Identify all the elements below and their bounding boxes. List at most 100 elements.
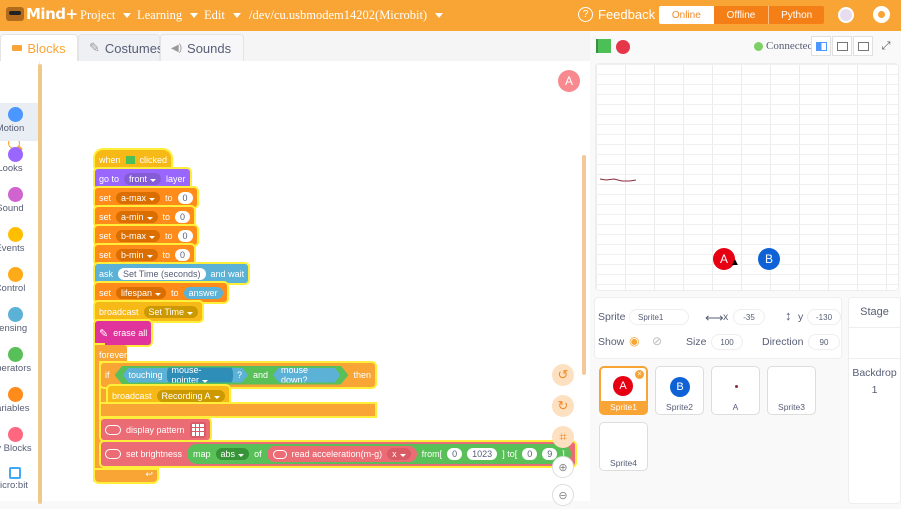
stage-selector-panel[interactable]: Stage Backdrop 1 — [848, 297, 901, 504]
display-pattern-block[interactable]: display pattern — [101, 419, 210, 440]
zoom-in-button[interactable]: ⊕ — [552, 456, 574, 478]
menu-project[interactable]: Project — [80, 8, 132, 23]
menu-edit[interactable]: Edit — [204, 8, 241, 23]
cleanup-button[interactable]: ⌗ — [552, 426, 574, 448]
erase-all-block[interactable]: ✎ erase all — [95, 321, 152, 345]
direction-input[interactable]: 90 — [808, 334, 840, 350]
broadcast-block[interactable]: broadcast Recording A — [108, 386, 229, 405]
tab-blocks[interactable]: Blocks — [0, 34, 78, 61]
y-label: y — [798, 311, 804, 323]
to-min-input[interactable]: 0 — [522, 448, 538, 460]
category-control[interactable]: Control — [0, 263, 40, 301]
answer-reporter[interactable]: answer — [183, 286, 223, 299]
category-looks[interactable]: Looks — [0, 143, 40, 181]
variable-dropdown[interactable]: a-max — [116, 191, 161, 204]
set-variable-block[interactable]: set b-min to 0 — [95, 245, 195, 264]
value-input[interactable]: 0 — [175, 210, 191, 223]
redo-button[interactable]: ↻ — [552, 395, 574, 417]
category-events[interactable]: Events — [0, 223, 40, 261]
green-flag-button[interactable] — [596, 39, 611, 53]
sprite-tile-sprite2[interactable]: B Sprite2 — [655, 366, 704, 415]
variable-dropdown[interactable]: lifespan — [116, 286, 167, 299]
value-input[interactable]: 0 — [177, 229, 193, 242]
variable-dropdown[interactable]: b-max — [116, 229, 161, 242]
from-min-input[interactable]: 0 — [447, 448, 463, 460]
stage-canvas[interactable]: A B ▲ — [595, 63, 899, 291]
script-workspace[interactable] — [0, 61, 590, 501]
mode-offline[interactable]: Offline — [714, 6, 769, 24]
variable-dropdown[interactable]: b-min — [116, 248, 158, 261]
broadcast-block[interactable]: broadcast Set Time — [95, 302, 203, 321]
chevron-down-icon — [146, 216, 153, 220]
forever-block[interactable]: forever — [95, 345, 127, 364]
tab-sounds[interactable]: ◀) Sounds — [160, 34, 244, 61]
workspace-scrollbar[interactable] — [582, 155, 586, 375]
layer-dropdown[interactable]: front — [124, 172, 162, 185]
read-acceleration-reporter[interactable]: read acceleration(m-g) x — [266, 446, 417, 462]
zoom-out-button[interactable]: ⊖ — [552, 484, 574, 506]
mode-python[interactable]: Python — [768, 6, 824, 24]
category-variables[interactable]: Variables — [0, 383, 40, 421]
sprite-tile-sprite3[interactable]: Sprite3 — [767, 366, 816, 415]
led-grid-icon[interactable] — [189, 421, 206, 438]
category-sound[interactable]: Sound — [0, 183, 40, 221]
touching-sensor[interactable]: touching mouse-pointer ? — [123, 368, 248, 383]
mindplus-logo[interactable]: Mind+ — [6, 5, 78, 23]
size-input[interactable]: 100 — [711, 334, 743, 350]
stage-sprite-b[interactable]: B — [758, 248, 780, 270]
x-input[interactable]: -35 — [733, 309, 765, 325]
if-then-block[interactable]: if touching mouse-pointer ? and mouse do… — [101, 363, 375, 387]
large-stage-button[interactable] — [853, 36, 873, 56]
block-text: set brightness — [126, 449, 183, 459]
from-max-input[interactable]: 1023 — [467, 448, 498, 460]
abs-dropdown[interactable]: abs — [215, 448, 250, 460]
go-to-layer-block[interactable]: go to front layer — [95, 169, 190, 188]
category-microbit[interactable]: micro:bit — [0, 463, 40, 501]
small-stage-button[interactable] — [811, 36, 831, 56]
menu-device-port[interactable]: /dev/cu.usbmodem14202(Microbit) — [249, 8, 444, 23]
show-visible-icon[interactable]: ◉ — [629, 334, 639, 348]
motion-dot-icon — [7, 107, 23, 122]
ask-and-wait-block[interactable]: ask Set Time (seconds) and wait — [95, 264, 249, 283]
fullscreen-button[interactable]: ⤢ — [876, 36, 896, 56]
message-dropdown[interactable]: Recording A — [156, 389, 225, 402]
map-operator[interactable]: map abs of read acceleration(m-g) x from… — [187, 444, 571, 464]
value-input[interactable]: 0 — [177, 191, 193, 204]
sprite-name-input[interactable]: Sprite1 — [629, 309, 689, 325]
category-operators[interactable]: Operators — [0, 343, 40, 381]
normal-stage-button[interactable] — [832, 36, 852, 56]
delete-sprite-icon[interactable]: × — [635, 370, 644, 379]
user-avatar[interactable] — [838, 7, 854, 23]
undo-button[interactable]: ↺ — [552, 364, 574, 386]
mode-online[interactable]: Online — [659, 6, 714, 24]
category-motion[interactable]: Motion — [0, 103, 40, 141]
sprite-tile-a[interactable]: A — [711, 366, 760, 415]
category-sensing[interactable]: Sensing — [0, 303, 40, 341]
y-input[interactable]: -130 — [807, 309, 841, 325]
value-input[interactable]: 0 — [175, 248, 191, 261]
set-lifespan-block[interactable]: set lifespan to answer — [95, 283, 227, 302]
feedback-button[interactable]: ? Feedback — [578, 7, 655, 22]
when-flag-clicked-block[interactable]: when clicked — [95, 150, 172, 169]
variable-dropdown[interactable]: a-min — [116, 210, 158, 223]
menu-learning[interactable]: Learning — [137, 8, 199, 23]
mouse-down-sensor[interactable]: mouse down? — [273, 368, 340, 383]
tab-costumes[interactable]: ✎ Costumes — [78, 34, 163, 61]
sprite-tile-sprite1[interactable]: A × Sprite1 — [599, 366, 648, 415]
set-variable-block[interactable]: set b-max to 0 — [95, 226, 197, 245]
set-brightness-block[interactable]: set brightness map abs of read accelerat… — [101, 442, 575, 466]
set-variable-block[interactable]: set a-min to 0 — [95, 207, 195, 226]
category-scrollbar[interactable] — [38, 64, 42, 504]
settings-gear-icon[interactable] — [873, 6, 890, 23]
hide-sprite-icon[interactable]: ⊘ — [652, 334, 662, 348]
sprite-tile-sprite4[interactable]: Sprite4 — [599, 422, 648, 471]
and-operator[interactable]: touching mouse-pointer ? and mouse down? — [115, 366, 349, 385]
touching-target-dropdown[interactable]: mouse-pointer — [167, 364, 233, 386]
category-my-blocks[interactable]: My Blocks — [0, 423, 40, 461]
fullscreen-icon: ⤢ — [881, 39, 891, 52]
axis-dropdown[interactable]: x — [387, 448, 411, 460]
set-variable-block[interactable]: set a-max to 0 — [95, 188, 197, 207]
question-input[interactable]: Set Time (seconds) — [118, 267, 206, 280]
stop-button[interactable] — [616, 40, 630, 54]
message-dropdown[interactable]: Set Time — [143, 305, 199, 318]
